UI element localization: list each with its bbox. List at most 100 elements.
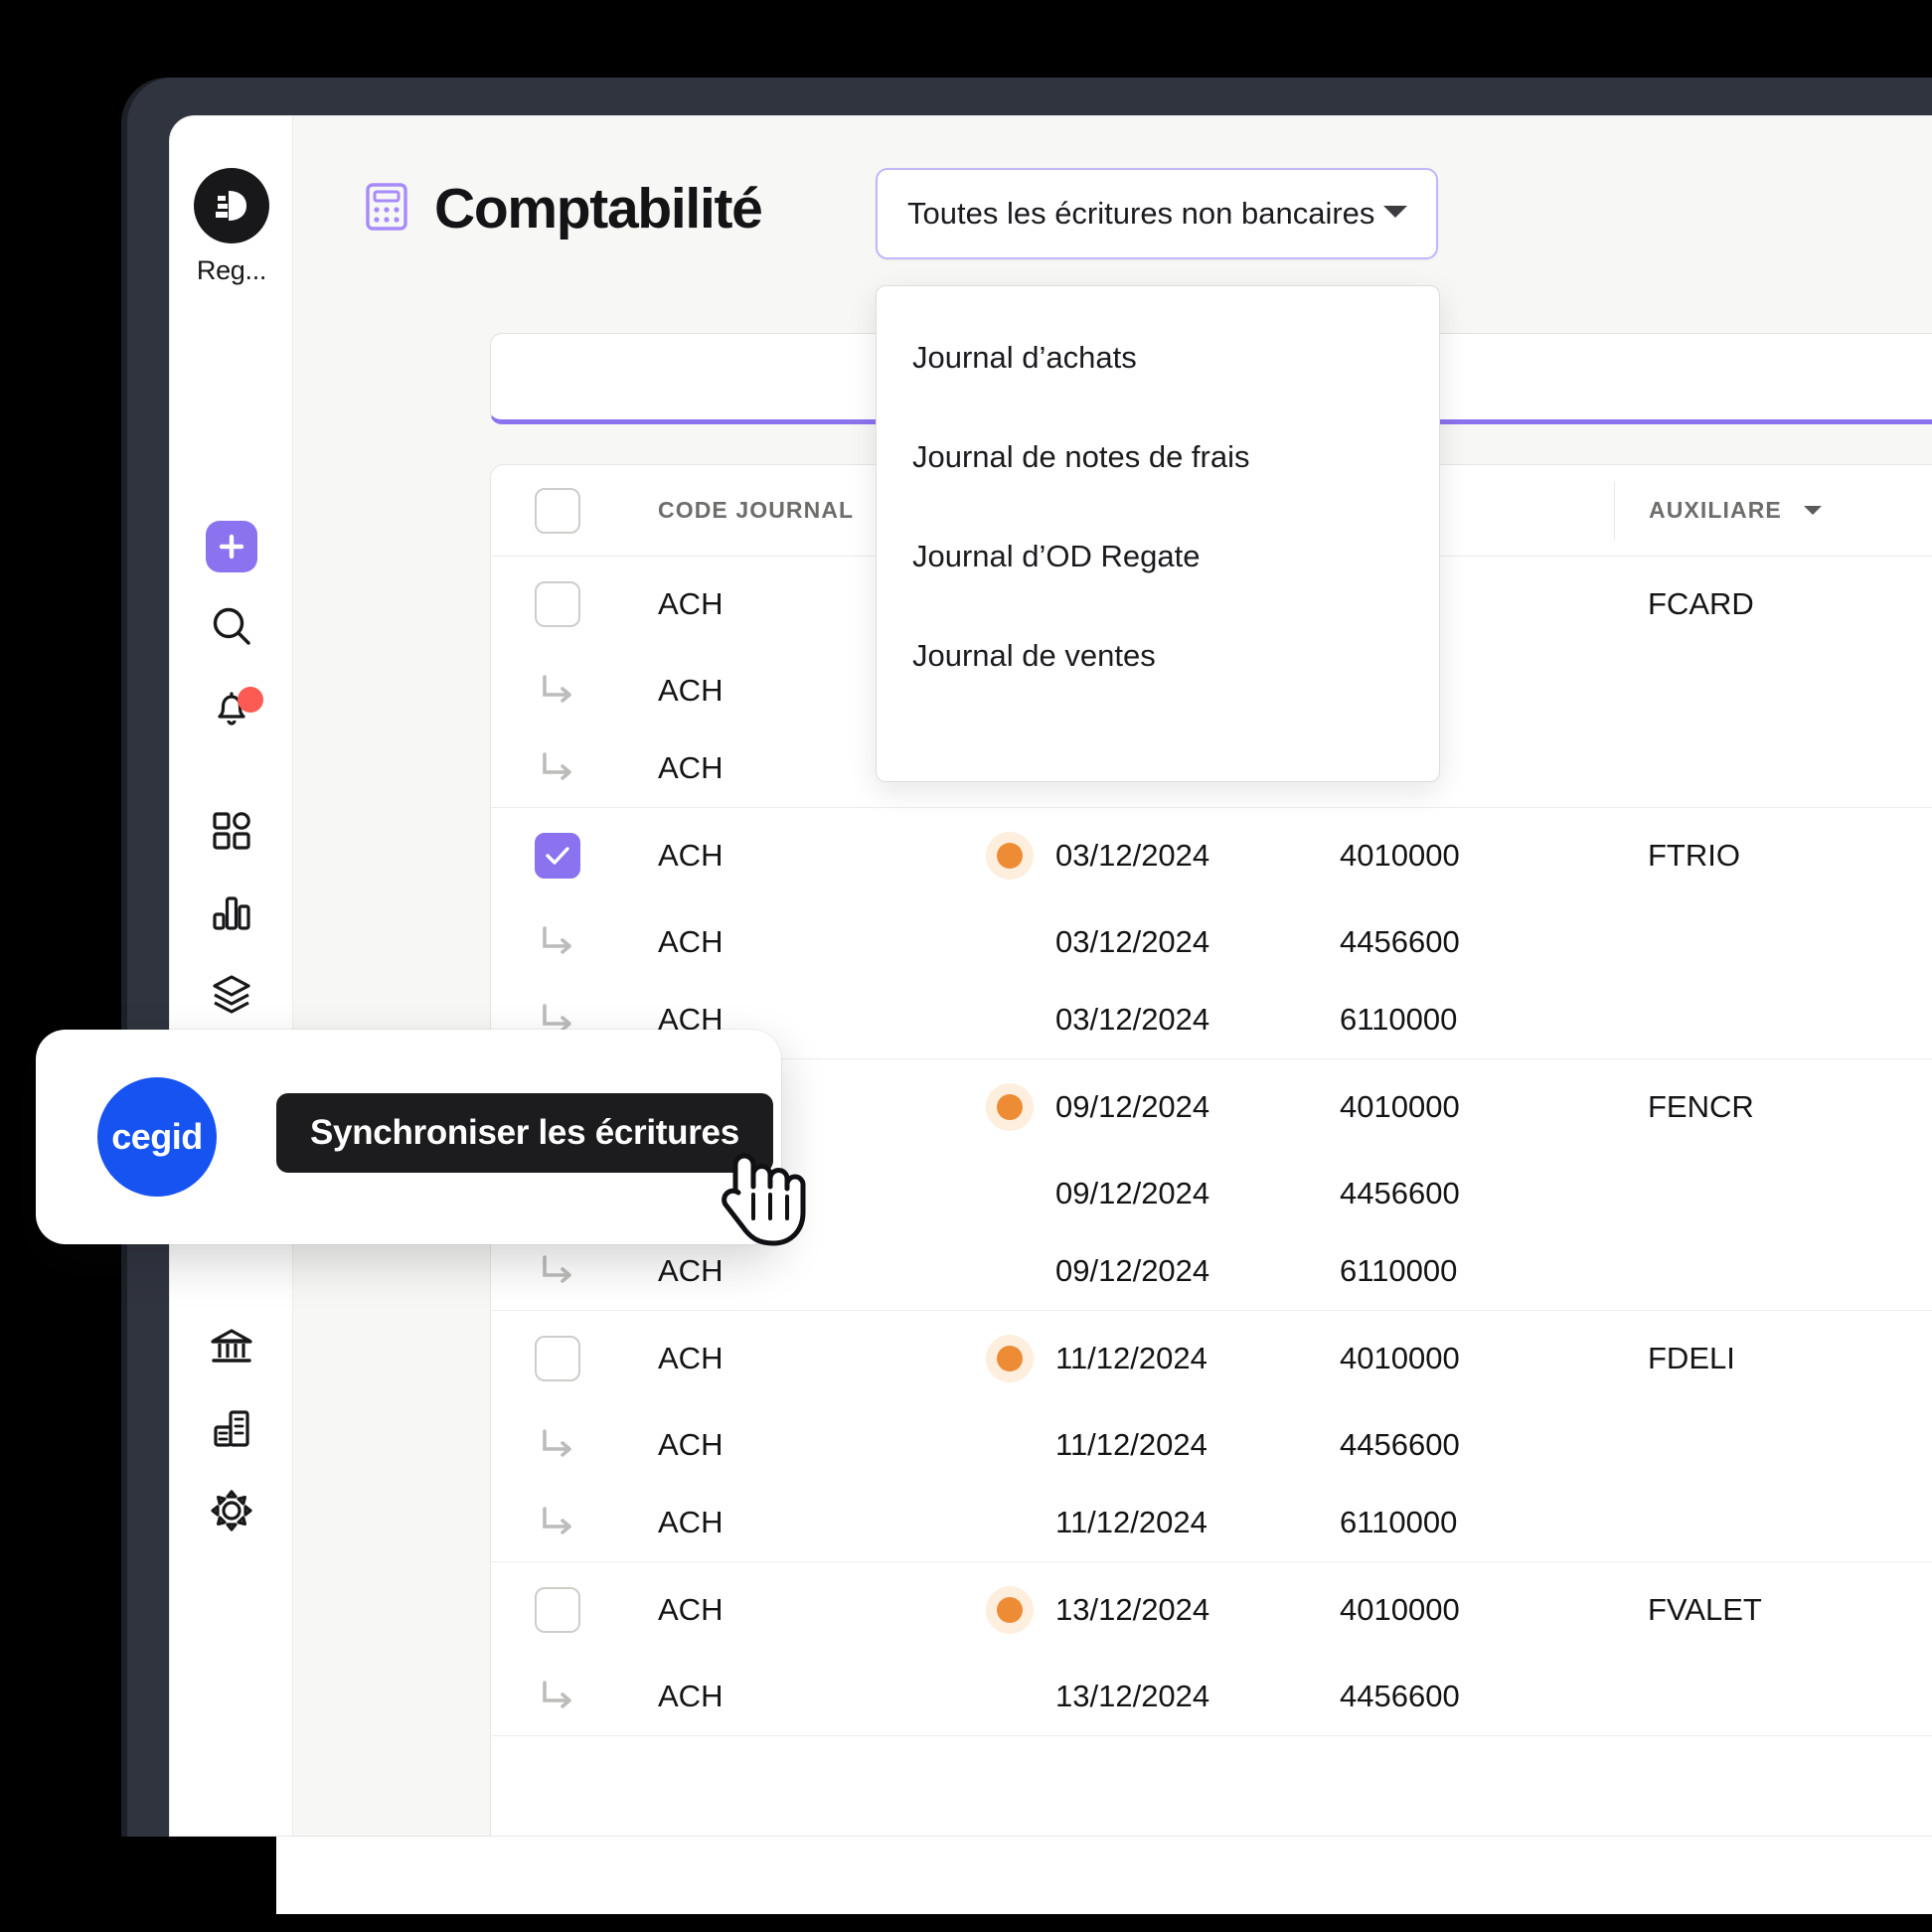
sync-tooltip-label: Synchroniser les écritures — [310, 1113, 739, 1152]
cell-code-journal: ACH — [658, 1341, 724, 1375]
title-row: Comptabilité — [365, 176, 763, 242]
sidebar: Reg... — [170, 116, 293, 1836]
row-select-checkbox[interactable] — [491, 833, 624, 879]
cell-auxiliare — [1614, 1406, 1932, 1484]
cell-account-number: 6110000 — [1340, 1505, 1458, 1539]
brand-label: Reg... — [196, 255, 267, 285]
sidebar-item-bank[interactable] — [170, 1309, 293, 1390]
date-value: 03/12/2024 — [1055, 924, 1210, 959]
column-header-auxiliare[interactable]: AUXILIARE — [1614, 481, 1932, 540]
sub-entry-arrow-icon — [491, 1503, 624, 1542]
table-row[interactable]: ACH 11/12/2024 6110000 — [491, 1484, 1932, 1561]
status-dot-icon — [986, 1083, 1034, 1131]
sidebar-item-analytics[interactable] — [170, 874, 293, 955]
row-select-checkbox[interactable] — [491, 1336, 624, 1381]
cell-account-number: 4010000 — [1340, 1592, 1460, 1627]
building-icon — [209, 1406, 254, 1457]
cell-date: 03/12/2024 — [952, 808, 1306, 903]
bank-icon — [208, 1324, 255, 1376]
page-header: Comptabilité Toutes les écritures non ba… — [293, 116, 1932, 311]
table-row-group: ACH 11/12/2024 4010000 FDELI ACH 11/12/2024 44… — [491, 1311, 1932, 1562]
brand[interactable]: Reg... — [170, 168, 293, 286]
sidebar-item-search[interactable] — [170, 587, 293, 669]
sidebar-item-dashboard[interactable] — [170, 792, 293, 874]
date-value: 11/12/2024 — [1055, 1427, 1208, 1462]
chevron-down-icon — [1802, 497, 1824, 524]
column-label: AUXILIARE — [1649, 497, 1782, 523]
cell-date: 13/12/2024 — [952, 1562, 1306, 1658]
table-row[interactable]: ACH 13/12/2024 4010000 FVALET — [491, 1562, 1932, 1658]
journal-menu-item[interactable]: Journal d’OD Regate — [877, 507, 1439, 606]
search-icon — [209, 603, 254, 654]
sidebar-item-company[interactable] — [170, 1390, 293, 1472]
cell-account-number: 4010000 — [1340, 838, 1460, 873]
date-value: 09/12/2024 — [1055, 1089, 1210, 1124]
cell-date: 09/12/2024 — [952, 1232, 1306, 1310]
cell-code-journal: ACH — [658, 1505, 724, 1539]
status-dot-icon — [986, 1335, 1034, 1382]
cell-auxiliare — [1614, 729, 1932, 807]
brand-logo-icon — [194, 168, 269, 243]
cell-auxiliare: FVALET — [1648, 1592, 1762, 1627]
calculator-icon — [365, 182, 408, 237]
date-value: 03/12/2024 — [1055, 1002, 1210, 1037]
table-row[interactable]: ACH 03/12/2024 4456600 — [491, 903, 1932, 981]
sub-entry-arrow-icon — [491, 1677, 624, 1716]
journal-menu-item[interactable]: Journal de notes de frais — [877, 407, 1439, 507]
sub-entry-arrow-icon — [491, 671, 624, 711]
cell-code-journal: ACH — [658, 1427, 724, 1462]
sidebar-item-notifications[interactable] — [170, 669, 293, 750]
journal-menu-item[interactable]: Journal de ventes — [877, 606, 1439, 706]
cell-auxiliare — [1614, 903, 1932, 981]
cegid-logo: cegid — [97, 1077, 217, 1197]
sidebar-item-add[interactable] — [170, 506, 293, 587]
plus-icon — [206, 521, 257, 572]
cell-date: 13/12/2024 — [952, 1658, 1306, 1735]
cell-account-number: 6110000 — [1340, 1253, 1458, 1288]
sync-entries-button[interactable]: Synchroniser les écritures — [276, 1093, 773, 1173]
table-row[interactable]: ACH 11/12/2024 4456600 — [491, 1406, 1932, 1484]
cell-account-number: 4456600 — [1340, 1427, 1460, 1462]
date-value: 11/12/2024 — [1055, 1341, 1208, 1375]
select-all-checkbox[interactable] — [491, 487, 624, 534]
cell-auxiliare — [1614, 1658, 1932, 1735]
cell-auxiliare: FTRIO — [1648, 838, 1740, 873]
sub-entry-arrow-icon — [491, 748, 624, 788]
sub-entry-arrow-icon — [491, 1425, 624, 1465]
cell-code-journal: ACH — [658, 1679, 724, 1713]
sidebar-item-layers[interactable] — [170, 955, 293, 1037]
cell-date: 11/12/2024 — [952, 1484, 1306, 1561]
cell-date: 09/12/2024 — [952, 1059, 1306, 1155]
screenshot-root: Reg... Comptabilité Toutes les écritures… — [0, 0, 1932, 1932]
table-row[interactable]: ACH 11/12/2024 4010000 FDELI — [491, 1311, 1932, 1406]
checkbox-icon — [535, 581, 580, 627]
status-dot-icon — [986, 1586, 1034, 1634]
checkbox-icon — [535, 1587, 580, 1633]
journal-select[interactable]: Toutes les écritures non bancaires — [876, 168, 1438, 259]
cell-code-journal: ACH — [658, 924, 724, 959]
sidebar-secondary-group — [170, 1309, 293, 1553]
table-row[interactable]: ACH 13/12/2024 4456600 — [491, 1658, 1932, 1735]
bar-chart-icon — [210, 890, 253, 939]
chevron-down-icon — [1380, 202, 1410, 227]
cell-date: 03/12/2024 — [952, 981, 1306, 1058]
cell-date: 03/12/2024 — [952, 903, 1306, 981]
cell-date: 09/12/2024 — [952, 1155, 1306, 1232]
column-label: CODE JOURNAL — [658, 497, 855, 523]
date-value: 11/12/2024 — [1055, 1505, 1208, 1539]
row-select-checkbox[interactable] — [491, 581, 624, 627]
cell-code-journal: ACH — [658, 838, 724, 873]
journal-menu-item[interactable]: Journal d’achats — [877, 308, 1439, 407]
page-title: Comptabilité — [434, 177, 763, 241]
cell-auxiliare — [1614, 981, 1932, 1058]
app-window: Reg... Comptabilité Toutes les écritures… — [169, 115, 1932, 1837]
gear-icon — [208, 1487, 255, 1539]
cell-auxiliare: FDELI — [1648, 1341, 1735, 1375]
checkbox-icon — [535, 1336, 580, 1381]
date-value: 13/12/2024 — [1055, 1679, 1210, 1713]
row-select-checkbox[interactable] — [491, 1587, 624, 1633]
sidebar-item-settings[interactable] — [170, 1472, 293, 1553]
table-row[interactable]: ACH 03/12/2024 4010000 FTRIO — [491, 808, 1932, 903]
cell-code-journal: ACH — [658, 1592, 724, 1627]
date-value: 09/12/2024 — [1055, 1253, 1210, 1288]
